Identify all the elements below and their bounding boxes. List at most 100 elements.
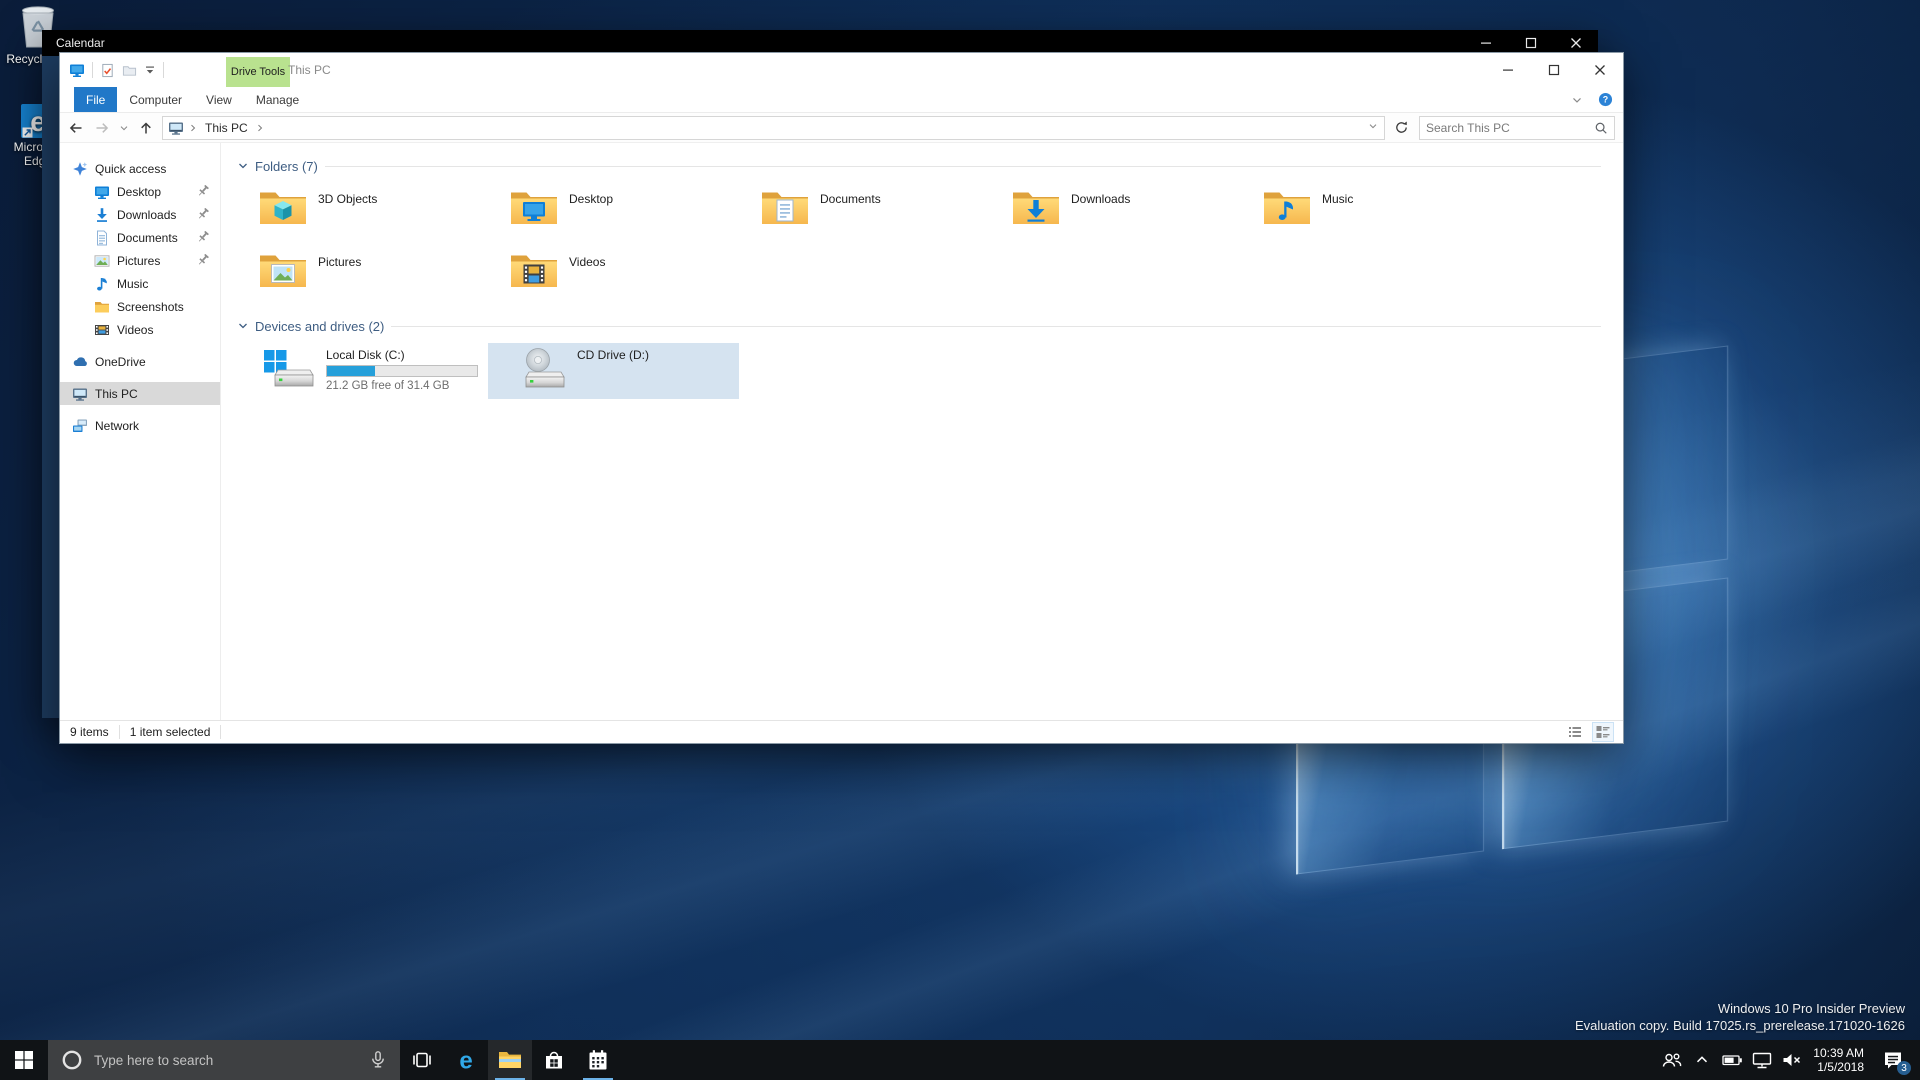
tile-3d-objects[interactable]: 3D Objects bbox=[237, 183, 488, 239]
ribbon-right-controls bbox=[1570, 87, 1623, 112]
window-controls bbox=[1485, 53, 1623, 87]
tile-music[interactable]: Music bbox=[1241, 183, 1492, 239]
sidebar-item-quick-access[interactable]: Quick access bbox=[60, 157, 220, 180]
watermark-line1: Windows 10 Pro Insider Preview bbox=[1575, 1000, 1905, 1017]
help-icon[interactable] bbox=[1598, 92, 1613, 107]
tile-downloads[interactable]: Downloads bbox=[990, 183, 1241, 239]
maximize-icon bbox=[1525, 37, 1537, 49]
minimize-button[interactable] bbox=[1485, 53, 1531, 87]
taskbar-search-box[interactable] bbox=[48, 1040, 400, 1080]
hidden-icons-button[interactable] bbox=[1687, 1040, 1717, 1080]
sidebar-item-onedrive[interactable]: OneDrive bbox=[60, 350, 220, 373]
folder-documents-icon bbox=[761, 187, 809, 227]
drive-c-icon bbox=[259, 347, 315, 391]
details-view-button[interactable] bbox=[1565, 723, 1585, 741]
sidebar-item-documents[interactable]: Documents bbox=[60, 226, 220, 249]
tile-videos[interactable]: Videos bbox=[488, 246, 739, 302]
group-divider-line bbox=[391, 326, 1601, 327]
recent-locations-button[interactable] bbox=[116, 116, 132, 140]
sidebar-item-pictures[interactable]: Pictures bbox=[60, 249, 220, 272]
address-dropdown-icon[interactable] bbox=[1367, 120, 1379, 132]
tile-label: Local Disk (C:) bbox=[326, 348, 478, 362]
pictures-icon bbox=[94, 253, 110, 269]
sidebar-item-downloads[interactable]: Downloads bbox=[60, 203, 220, 226]
forward-button[interactable] bbox=[90, 116, 114, 140]
folder-pictures-icon bbox=[259, 250, 307, 290]
people-button[interactable] bbox=[1657, 1040, 1687, 1080]
task-view-icon bbox=[411, 1049, 433, 1071]
capacity-bar-fill bbox=[327, 366, 375, 376]
sidebar-item-desktop[interactable]: Desktop bbox=[60, 180, 220, 203]
breadcrumb-separator-icon[interactable] bbox=[187, 122, 199, 134]
battery-button[interactable] bbox=[1717, 1040, 1747, 1080]
search-icon[interactable] bbox=[1594, 121, 1608, 135]
close-button[interactable] bbox=[1577, 53, 1623, 87]
breadcrumb-this-pc[interactable]: This PC bbox=[202, 121, 251, 135]
notification-badge: 3 bbox=[1897, 1061, 1911, 1075]
explorer-search-input[interactable] bbox=[1426, 121, 1594, 135]
taskbar-search-input[interactable] bbox=[94, 1053, 358, 1068]
volume-button[interactable] bbox=[1777, 1040, 1807, 1080]
quick-access-icon bbox=[72, 161, 88, 177]
sidebar-item-network[interactable]: Network bbox=[60, 414, 220, 437]
new-folder-icon[interactable] bbox=[122, 63, 137, 78]
pin-icon bbox=[196, 253, 210, 267]
tile-label: Music bbox=[1322, 192, 1353, 206]
sidebar-item-music[interactable]: Music bbox=[60, 272, 220, 295]
tile-desktop[interactable]: Desktop bbox=[488, 183, 739, 239]
drive-tools-tab[interactable]: Drive Tools bbox=[226, 57, 290, 87]
sidebar-item-screenshots[interactable]: Screenshots bbox=[60, 295, 220, 318]
this-pc-icon bbox=[72, 386, 88, 402]
tab-file[interactable]: File bbox=[74, 87, 117, 112]
tile-local-disk-c[interactable]: Local Disk (C:) 21.2 GB free of 31.4 GB bbox=[237, 343, 488, 399]
ribbon-tabs: File Computer View Manage bbox=[60, 87, 1623, 113]
properties-icon[interactable] bbox=[100, 63, 115, 78]
sidebar-item-this-pc[interactable]: This PC bbox=[60, 382, 220, 405]
clock-time: 10:39 AM bbox=[1813, 1046, 1864, 1060]
people-icon bbox=[1661, 1049, 1683, 1071]
capacity-text: 21.2 GB free of 31.4 GB bbox=[326, 380, 478, 392]
status-bar: 9 items 1 item selected bbox=[60, 720, 1623, 743]
action-center-button[interactable]: 3 bbox=[1872, 1040, 1914, 1080]
sidebar-item-videos[interactable]: Videos bbox=[60, 318, 220, 341]
onedrive-icon bbox=[72, 354, 88, 370]
taskbar-clock[interactable]: 10:39 AM 1/5/2018 bbox=[1807, 1046, 1872, 1074]
network-icon bbox=[72, 418, 88, 434]
documents-icon bbox=[94, 230, 110, 246]
up-button[interactable] bbox=[134, 116, 158, 140]
taskbar-edge-button[interactable] bbox=[444, 1040, 488, 1080]
start-button[interactable] bbox=[0, 1040, 48, 1080]
taskbar-store-button[interactable] bbox=[532, 1040, 576, 1080]
taskbar-file-explorer-button[interactable] bbox=[488, 1040, 532, 1080]
tile-pictures[interactable]: Pictures bbox=[237, 246, 488, 302]
edge-icon bbox=[453, 1047, 479, 1073]
address-bar[interactable]: This PC bbox=[162, 116, 1385, 140]
large-icons-view-button[interactable] bbox=[1593, 723, 1613, 741]
tile-label: Pictures bbox=[318, 255, 361, 269]
tab-computer[interactable]: Computer bbox=[117, 87, 194, 112]
group-header-devices-and-drives-2[interactable]: Devices and drives (2) bbox=[237, 315, 1605, 337]
refresh-button[interactable] bbox=[1389, 116, 1413, 140]
group-header-folders-7[interactable]: Folders (7) bbox=[237, 155, 1605, 177]
folder-music-icon bbox=[1263, 187, 1311, 227]
expand-ribbon-icon[interactable] bbox=[1570, 93, 1584, 107]
chevron-down-icon bbox=[237, 160, 249, 172]
watermark-line2: Evaluation copy. Build 17025.rs_prerelea… bbox=[1575, 1017, 1905, 1034]
tab-manage[interactable]: Manage bbox=[244, 87, 311, 112]
explorer-search-box[interactable] bbox=[1419, 116, 1615, 140]
taskbar-calendar-button[interactable] bbox=[576, 1040, 620, 1080]
breadcrumb-separator-icon[interactable] bbox=[254, 122, 266, 134]
divider bbox=[119, 725, 120, 739]
tile-cd-drive-d[interactable]: CD Drive (D:) bbox=[488, 343, 739, 399]
back-button[interactable] bbox=[64, 116, 88, 140]
tab-view[interactable]: View bbox=[194, 87, 244, 112]
divider bbox=[92, 62, 93, 78]
tile-documents[interactable]: Documents bbox=[739, 183, 990, 239]
pin-icon bbox=[196, 207, 210, 221]
file-list: Folders (7) 3D Objects Desktop Documents… bbox=[220, 143, 1623, 720]
maximize-button[interactable] bbox=[1531, 53, 1577, 87]
customize-qat-icon[interactable] bbox=[144, 64, 156, 76]
microphone-icon[interactable] bbox=[368, 1050, 388, 1070]
task-view-button[interactable] bbox=[400, 1040, 444, 1080]
network-button[interactable] bbox=[1747, 1040, 1777, 1080]
